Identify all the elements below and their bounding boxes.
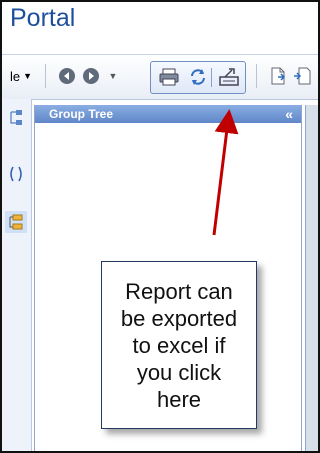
refresh-icon: [191, 69, 205, 85]
print-icon: [159, 68, 179, 86]
next-page-icon: [294, 67, 311, 85]
dropdown-icon: ▼: [23, 71, 33, 81]
callout-box: Report can be exported to excel if you c…: [101, 261, 257, 429]
next-page-button[interactable]: [292, 65, 312, 87]
toolbar-divider: [256, 64, 257, 88]
document-icon: [271, 67, 286, 85]
group-divider: [211, 68, 212, 87]
forward-button[interactable]: [80, 65, 102, 87]
callout-text: Report can be exported to excel if you c…: [120, 278, 238, 412]
view-selector-label: le: [9, 68, 21, 84]
collapse-panel-button[interactable]: «: [285, 105, 293, 123]
export-button[interactable]: [217, 66, 241, 88]
refresh-button[interactable]: [187, 66, 209, 88]
tree-toggle-button[interactable]: [5, 107, 27, 129]
document-button[interactable]: [268, 65, 288, 87]
group-tree-button[interactable]: [5, 211, 27, 233]
export-icon: [219, 68, 239, 86]
nav-dropdown-button[interactable]: ▼: [105, 65, 121, 87]
print-button[interactable]: [157, 66, 181, 88]
toolbar-divider: [45, 64, 46, 88]
group-tree-header: Group Tree «: [35, 105, 301, 123]
app-title: Portal: [10, 4, 76, 32]
back-icon: [59, 68, 75, 84]
chevron-down-icon: ▼: [108, 71, 118, 81]
parameters-button[interactable]: [5, 163, 27, 185]
parameter-icon: [10, 166, 22, 182]
tree-icon: [10, 110, 22, 125]
report-toolbar: le ▼ ▼: [2, 54, 318, 100]
group-tree-icon: [9, 214, 23, 230]
report-view-edge: [305, 105, 318, 451]
back-button[interactable]: [56, 65, 78, 87]
side-panel-strip: [2, 99, 32, 451]
red-arrow-annotation: [212, 109, 239, 236]
group-tree-title: Group Tree: [49, 107, 114, 121]
export-button-group: [150, 61, 246, 94]
view-selector[interactable]: le ▼: [2, 65, 40, 87]
forward-icon: [83, 68, 99, 84]
portal-window: Portal le ▼ ▼ Group Tree « Report can be…: [0, 0, 320, 453]
